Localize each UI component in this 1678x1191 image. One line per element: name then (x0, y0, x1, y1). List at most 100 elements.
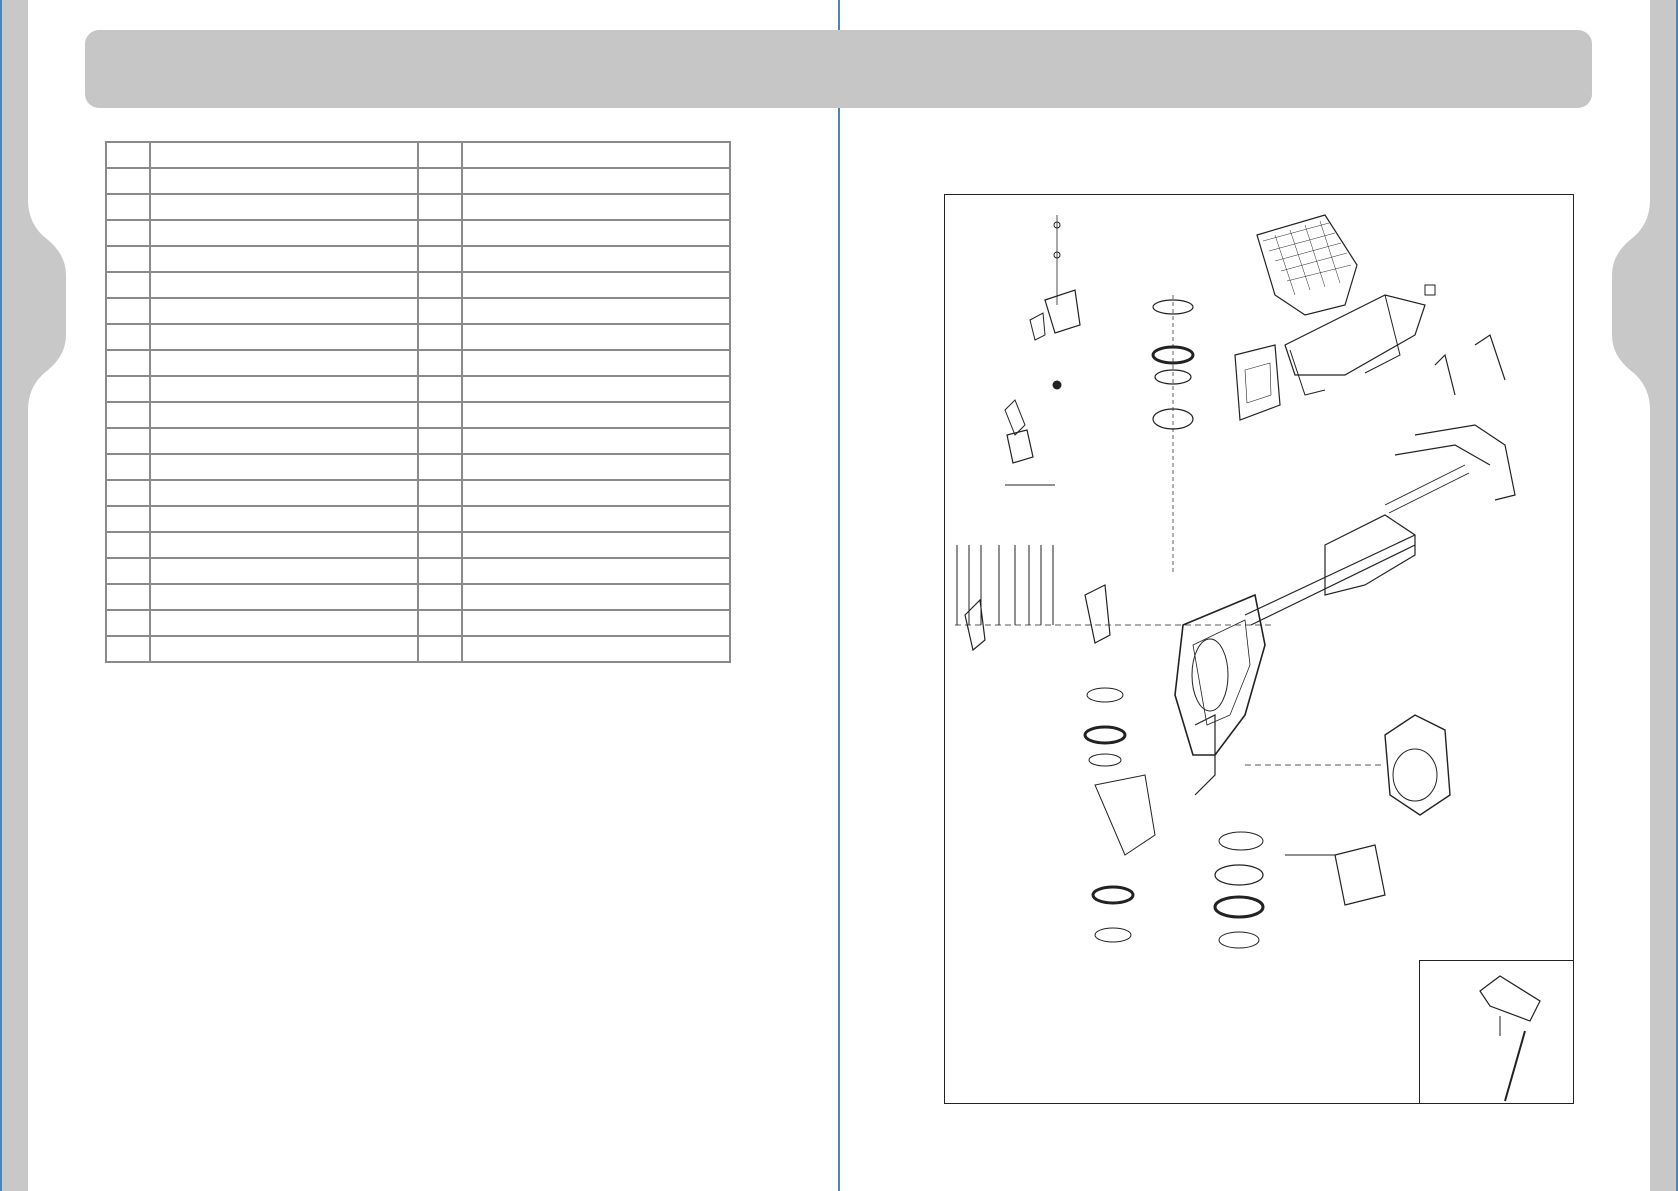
table-cell-right-desc (461, 583, 731, 611)
grass-catcher-bag (1256, 214, 1358, 316)
mower-deck (1174, 593, 1266, 756)
table-cell-right-no (417, 583, 463, 611)
page-spine (838, 0, 840, 1191)
table-cell-left-desc (149, 609, 419, 637)
table-cell-left-no (105, 375, 151, 403)
table-cell-right-no (417, 531, 463, 559)
table-cell-left-desc (149, 583, 419, 611)
table-cell-left-desc (149, 531, 419, 559)
table-cell-left-no (105, 505, 151, 533)
table-row (105, 375, 731, 403)
table-cell-right-desc (461, 453, 731, 481)
header-bar (85, 30, 1592, 108)
table-cell-right-desc (461, 245, 731, 273)
table-cell-right-no (417, 349, 463, 377)
table-cell-right-desc (461, 219, 731, 247)
table-cell-left-desc (149, 245, 419, 273)
table-row (105, 297, 731, 325)
table-cell-left-desc (149, 297, 419, 325)
table-cell-right-desc (461, 401, 731, 429)
table-row (105, 479, 731, 507)
table-row (105, 557, 731, 585)
table-cell-right-no (417, 193, 463, 221)
table-cell-right-no (417, 609, 463, 637)
table-row (105, 219, 731, 247)
table-cell-right-no (417, 141, 463, 169)
table-cell-left-no (105, 323, 151, 351)
table-cell-left-desc (149, 453, 419, 481)
rear-flap (1234, 344, 1281, 421)
upper-handle (1384, 334, 1516, 514)
table-cell-left-desc (149, 375, 419, 403)
front-right-wheel-assembly (1194, 714, 1265, 949)
table-cell-right-desc (461, 167, 731, 195)
table-cell-left-no (105, 141, 151, 169)
table-cell-left-desc (149, 323, 419, 351)
table-cell-left-no (105, 271, 151, 299)
table-cell-right-no (417, 427, 463, 455)
table-cell-left-desc (149, 193, 419, 221)
table-cell-right-no (417, 297, 463, 325)
table-cell-left-desc (149, 427, 419, 455)
left-page-edge (0, 0, 2, 1191)
table-cell-left-desc (149, 141, 419, 169)
table-cell-left-no (105, 635, 151, 663)
table-row (105, 635, 731, 663)
blade-bolt-set (955, 545, 1275, 652)
table-cell-right-no (417, 479, 463, 507)
parts-list-table (105, 141, 731, 663)
table-cell-right-desc (461, 297, 731, 325)
table-row (105, 505, 731, 533)
table-cell-right-no (417, 219, 463, 247)
table-cell-right-no (417, 557, 463, 585)
table-cell-left-desc (149, 557, 419, 585)
table-cell-right-no (417, 271, 463, 299)
catcher-frame (1284, 284, 1436, 396)
table-cell-right-no (417, 401, 463, 429)
table-row (105, 323, 731, 351)
table-cell-right-no (417, 323, 463, 351)
table-row (105, 167, 731, 195)
table-cell-right-desc (461, 375, 731, 403)
rear-wheel-assembly (1151, 295, 1195, 575)
table-cell-left-no (105, 349, 151, 377)
table-cell-right-no (417, 505, 463, 533)
table-row (105, 271, 731, 299)
table-row (105, 427, 731, 455)
table-row (105, 531, 731, 559)
table-cell-left-no (105, 297, 151, 325)
table-cell-left-no (105, 609, 151, 637)
table-cell-left-no (105, 453, 151, 481)
table-cell-left-no (105, 167, 151, 195)
table-row (105, 453, 731, 481)
right-page-tab (1612, 0, 1678, 1191)
table-cell-left-desc (149, 271, 419, 299)
inset-detail-box (1419, 960, 1573, 1103)
table-cell-left-no (105, 245, 151, 273)
table-row (105, 141, 731, 169)
table-cell-right-desc (461, 635, 731, 663)
table-cell-right-desc (461, 531, 731, 559)
table-cell-left-no (105, 557, 151, 585)
side-discharge-flap (1004, 399, 1055, 486)
engine-assembly (1245, 714, 1451, 816)
table-cell-left-no (105, 219, 151, 247)
table-row (105, 193, 731, 221)
inset-drawing (1479, 975, 1541, 1102)
table-cell-left-desc (149, 401, 419, 429)
table-cell-left-desc (149, 479, 419, 507)
battery-pack (1285, 844, 1386, 906)
table-row (105, 583, 731, 611)
table-cell-left-no (105, 479, 151, 507)
table-cell-left-no (105, 427, 151, 455)
table-cell-left-desc (149, 219, 419, 247)
table-cell-right-desc (461, 479, 731, 507)
table-cell-left-no (105, 401, 151, 429)
table-cell-right-no (417, 375, 463, 403)
table-cell-right-no (417, 167, 463, 195)
table-cell-left-desc (149, 635, 419, 663)
table-cell-right-desc (461, 323, 731, 351)
table-row (105, 245, 731, 273)
table-cell-right-desc (461, 349, 731, 377)
table-cell-right-desc (461, 193, 731, 221)
